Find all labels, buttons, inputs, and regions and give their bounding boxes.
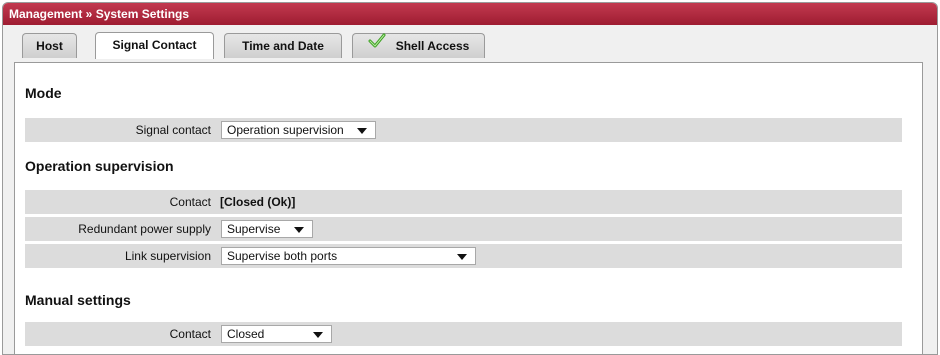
signal-contact-label: Signal contact: [135, 123, 211, 137]
signal-contact-row: Signal contact Operation supervision: [25, 118, 902, 142]
manual-contact-select[interactable]: Closed: [221, 325, 332, 343]
chevron-down-icon: [313, 332, 323, 338]
contact-status-value: [Closed (Ok)]: [220, 195, 296, 209]
manual-contact-label: Contact: [169, 327, 211, 341]
redundant-power-selected-value: Supervise: [227, 222, 281, 236]
signal-contact-select[interactable]: Operation supervision: [221, 121, 376, 139]
signal-contact-content: Mode Signal contact Operation supervisio…: [14, 62, 923, 354]
manual-contact-row: Contact Closed: [25, 322, 902, 346]
chevron-down-icon: [357, 128, 367, 134]
chevron-down-icon: [457, 254, 467, 260]
check-icon: [368, 33, 386, 57]
tab-host[interactable]: Host: [22, 33, 77, 58]
system-settings-panel: Management » System Settings Host Signal…: [2, 2, 938, 355]
contact-status-row: Contact [Closed (Ok)]: [25, 190, 902, 214]
link-supervision-row: Link supervision Supervise both ports: [25, 244, 902, 268]
link-supervision-select[interactable]: Supervise both ports: [221, 247, 476, 265]
tab-signal-contact[interactable]: Signal Contact: [95, 32, 214, 59]
contact-status-label: Contact: [169, 195, 211, 209]
link-supervision-label: Link supervision: [124, 249, 211, 263]
link-supervision-selected-value: Supervise both ports: [227, 249, 338, 263]
tab-shell-access-label: Shell Access: [395, 39, 470, 53]
section-title-operation-supervision: Operation supervision: [25, 158, 174, 174]
redundant-power-row: Redundant power supply Supervise: [25, 217, 902, 241]
redundant-power-label: Redundant power supply: [78, 222, 211, 236]
signal-contact-selected-value: Operation supervision: [227, 123, 344, 137]
chevron-down-icon: [294, 227, 304, 233]
tab-time-and-date[interactable]: Time and Date: [224, 33, 342, 58]
tab-shell-access[interactable]: Shell Access: [352, 33, 485, 58]
redundant-power-select[interactable]: Supervise: [221, 220, 313, 238]
tab-bar: Host Signal Contact Time and Date Shell …: [3, 25, 937, 59]
section-title-mode: Mode: [25, 85, 62, 101]
manual-contact-selected-value: Closed: [227, 327, 265, 341]
page-title: Management » System Settings: [3, 3, 937, 25]
section-title-manual-settings: Manual settings: [25, 292, 131, 308]
